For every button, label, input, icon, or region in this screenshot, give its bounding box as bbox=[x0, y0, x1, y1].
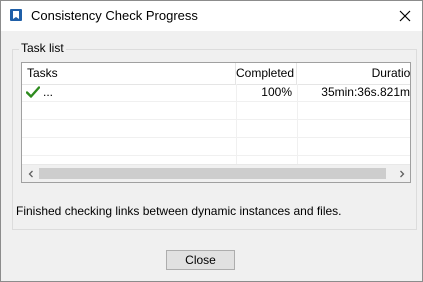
close-icon[interactable] bbox=[388, 1, 422, 31]
table-row bbox=[22, 102, 410, 120]
status-message: Finished checking links between dynamic … bbox=[16, 204, 342, 218]
column-header-tasks[interactable]: Tasks bbox=[22, 63, 236, 84]
title-bar[interactable]: Consistency Check Progress bbox=[1, 1, 422, 31]
completed-cell: 100% bbox=[261, 85, 292, 99]
table-row bbox=[22, 120, 410, 138]
column-header-completed[interactable]: Completed bbox=[236, 63, 297, 84]
list-header: Tasks Completed Duration bbox=[22, 63, 410, 85]
horizontal-scrollbar[interactable] bbox=[22, 164, 410, 182]
checkmark-icon bbox=[26, 86, 41, 98]
scrollbar-thumb[interactable] bbox=[39, 168, 386, 179]
dialog-window: Consistency Check Progress Task list Tas… bbox=[0, 0, 423, 282]
app-logo-icon bbox=[9, 8, 23, 22]
task-list-label: Task list bbox=[19, 41, 66, 55]
column-header-duration[interactable]: Duration bbox=[297, 63, 410, 84]
task-list-view[interactable]: Tasks Completed Duration ... 100% 35min:… bbox=[21, 62, 411, 183]
window-title: Consistency Check Progress bbox=[31, 8, 198, 23]
duration-cell: 35min:36s.821ms bbox=[321, 85, 411, 99]
close-button[interactable]: Close bbox=[166, 250, 235, 270]
scroll-right-icon[interactable] bbox=[393, 165, 410, 182]
scroll-left-icon[interactable] bbox=[22, 165, 39, 182]
table-row bbox=[22, 138, 410, 156]
task-cell: ... bbox=[26, 84, 234, 101]
table-row[interactable]: ... 100% 35min:36s.821ms bbox=[22, 84, 411, 102]
task-name: ... bbox=[43, 85, 54, 99]
